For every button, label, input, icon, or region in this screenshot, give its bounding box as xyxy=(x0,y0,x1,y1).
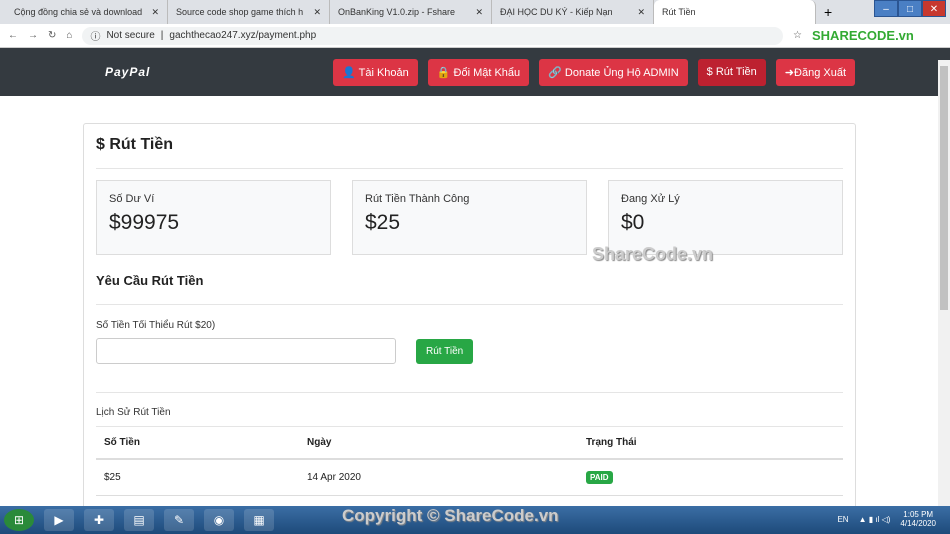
scrollbar[interactable] xyxy=(938,60,950,508)
amount-label: Số Tiền Tối Thiểu Rút $20) xyxy=(96,320,216,331)
address-bar-row: ← → ↻ ⌂ ⓘ Not secure | gachthecao247.xyz/payme… xyxy=(0,24,950,48)
home-icon[interactable]: ⌂ xyxy=(66,30,72,41)
donate-button[interactable]: 🔗 Donate Ủng Hộ ADMIN xyxy=(539,58,688,86)
forward-icon[interactable]: → xyxy=(28,30,38,41)
explorer-icon[interactable]: ▤ xyxy=(124,509,154,531)
star-icon[interactable]: ☆ xyxy=(793,30,802,41)
tray-icons[interactable]: ▲ ▮ ıl ◁) xyxy=(859,515,891,524)
browser-tab[interactable]: Source code shop game thích h ✕ xyxy=(168,0,330,24)
account-button[interactable]: 👤 Tài Khoản xyxy=(333,58,418,86)
watermark: ShareCode.vn xyxy=(592,244,714,264)
tab-strip: Cộng đồng chia sẻ và download ✕ Source co… xyxy=(0,0,950,24)
scrollbar-thumb[interactable] xyxy=(940,66,948,310)
withdraw-button[interactable]: $ Rút Tiền xyxy=(697,58,766,86)
amount-input[interactable] xyxy=(96,338,396,364)
navbar: PayPal 👤 Tài Khoản 🔒 Đổi Mật Khẩu 🔗 Dona… xyxy=(0,48,950,96)
maximize-button[interactable]: □ xyxy=(898,0,922,17)
start-button[interactable]: ⊞ xyxy=(4,509,34,531)
notepad-icon[interactable]: ✎ xyxy=(164,509,194,531)
info-icon[interactable]: ⓘ xyxy=(90,28,100,43)
logout-button[interactable]: ➜Đăng Xuất xyxy=(775,58,855,86)
control-panel-icon[interactable]: ▦ xyxy=(244,509,274,531)
new-tab-button[interactable]: + xyxy=(816,4,840,24)
shield-app-icon[interactable]: ✚ xyxy=(84,509,114,531)
withdraw-card: $ Rút Tiền Số Dư Ví $99975 Rút Tiền Thành… xyxy=(83,123,856,523)
back-icon[interactable]: ← xyxy=(8,30,18,41)
browser-tab[interactable]: Cộng đồng chia sẻ và download ✕ xyxy=(6,0,168,24)
table-row: $25 14 Apr 2020 PAID xyxy=(96,459,843,496)
close-icon[interactable]: ✕ xyxy=(637,7,645,18)
media-player-icon[interactable]: ▶ xyxy=(44,509,74,531)
stat-balance: Số Dư Ví $99975 xyxy=(96,180,331,255)
copyright-watermark: Copyright © ShareCode.vn xyxy=(342,506,559,525)
sharecode-logo: SHARECODE.vn xyxy=(812,28,914,43)
chrome-icon[interactable]: ◉ xyxy=(204,509,234,531)
history-table: Số Tiền Ngày Trạng Thái $25 14 Apr 2020 PAID xyxy=(96,427,843,496)
minimize-button[interactable]: – xyxy=(874,0,898,17)
submit-withdraw-button[interactable]: Rút Tiền xyxy=(416,338,474,364)
browser-tab[interactable]: OnBanKing V1.0.zip - Fshare ✕ xyxy=(330,0,492,24)
browser-tab[interactable]: ĐẠI HỌC DU KÝ - Kiếp Nạn ✕ xyxy=(492,0,654,24)
reload-icon[interactable]: ↻ xyxy=(48,30,56,41)
stat-success: Rút Tiền Thành Công $25 xyxy=(352,180,587,255)
taskbar: ⊞ ▶ ✚ ▤ ✎ ◉ ▦ Copyright © ShareCode.vn E… xyxy=(0,506,950,534)
page-title: $ Rút Tiền xyxy=(96,136,843,169)
close-icon[interactable]: ✕ xyxy=(313,7,321,18)
close-icon[interactable]: ✕ xyxy=(151,7,159,18)
close-window-button[interactable]: ✕ xyxy=(922,0,946,17)
request-title: Yêu Cầu Rút Tiền xyxy=(96,273,843,305)
history-title: Lịch Sử Rút Tiền xyxy=(96,407,843,427)
url-field[interactable]: ⓘ Not secure | gachthecao247.xyz/payment.ph… xyxy=(82,26,784,45)
status-badge: PAID xyxy=(586,471,613,484)
paypal-logo[interactable]: PayPal xyxy=(105,65,150,79)
change-password-button[interactable]: 🔒 Đổi Mật Khẩu xyxy=(427,58,530,86)
close-icon[interactable]: ✕ xyxy=(475,7,483,18)
browser-tab-active[interactable]: Rút Tiền xyxy=(654,0,816,24)
